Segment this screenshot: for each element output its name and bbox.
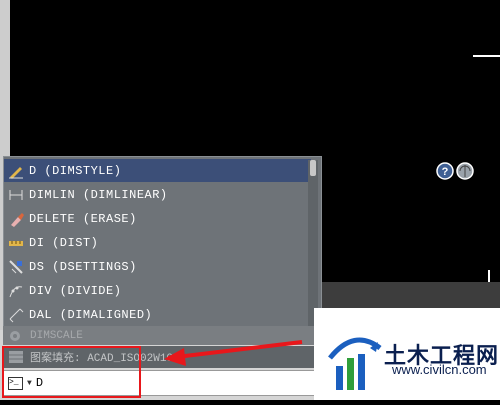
history-text: DIMSCALE [30, 329, 83, 342]
autocomplete-item[interactable]: D (DIMSTYLE) [4, 159, 311, 182]
autocomplete-item[interactable]: DAL (DIMALIGNED) [4, 303, 311, 326]
autocomplete-item-label: DAL (DIMALIGNED) [29, 307, 153, 322]
dim-linear-icon [7, 186, 25, 204]
help-icon[interactable]: ? [436, 162, 454, 180]
drafting-settings-icon [7, 258, 25, 276]
autocomplete-item-label: DS (DSETTINGS) [29, 259, 137, 274]
history-line: DIMSCALE [3, 326, 322, 345]
help-buttons: ? [436, 162, 476, 185]
logo-emblem-icon [328, 337, 382, 390]
autocomplete-item[interactable]: DIMLIN (DIMLINEAR) [4, 183, 311, 206]
erase-icon [7, 210, 25, 228]
scrollbar-thumb[interactable] [310, 160, 316, 176]
autocomplete-item-label: DELETE (ERASE) [29, 211, 137, 226]
divide-icon [7, 282, 25, 300]
autocomplete-popup: D (DIMSTYLE) DIMLIN (DIMLINEAR) DELETE (… [3, 156, 322, 328]
autocomplete-item-label: DIV (DIVIDE) [29, 283, 122, 298]
dimstyle-icon [7, 162, 25, 180]
autocomplete-item[interactable]: DELETE (ERASE) [4, 207, 311, 230]
settings-globe-icon[interactable] [456, 162, 474, 180]
autocomplete-item-label: DIMLIN (DIMLINEAR) [29, 187, 168, 202]
distance-icon [7, 234, 25, 252]
gear-icon [8, 329, 24, 343]
dim-aligned-icon [7, 306, 25, 324]
popup-scrollbar[interactable] [308, 160, 318, 326]
watermark-url: www.civilcn.com [392, 362, 487, 377]
autocomplete-item-label: D (DIMSTYLE) [29, 163, 122, 178]
autocomplete-item[interactable]: DS (DSETTINGS) [4, 255, 311, 278]
autocomplete-item-label: DI (DIST) [29, 235, 99, 250]
svg-text:?: ? [442, 166, 449, 178]
canvas-line-top [473, 55, 500, 57]
autocomplete-item[interactable]: DIV (DIVIDE) [4, 279, 311, 302]
highlight-box [2, 346, 141, 398]
autocomplete-item[interactable]: DI (DIST) [4, 231, 311, 254]
